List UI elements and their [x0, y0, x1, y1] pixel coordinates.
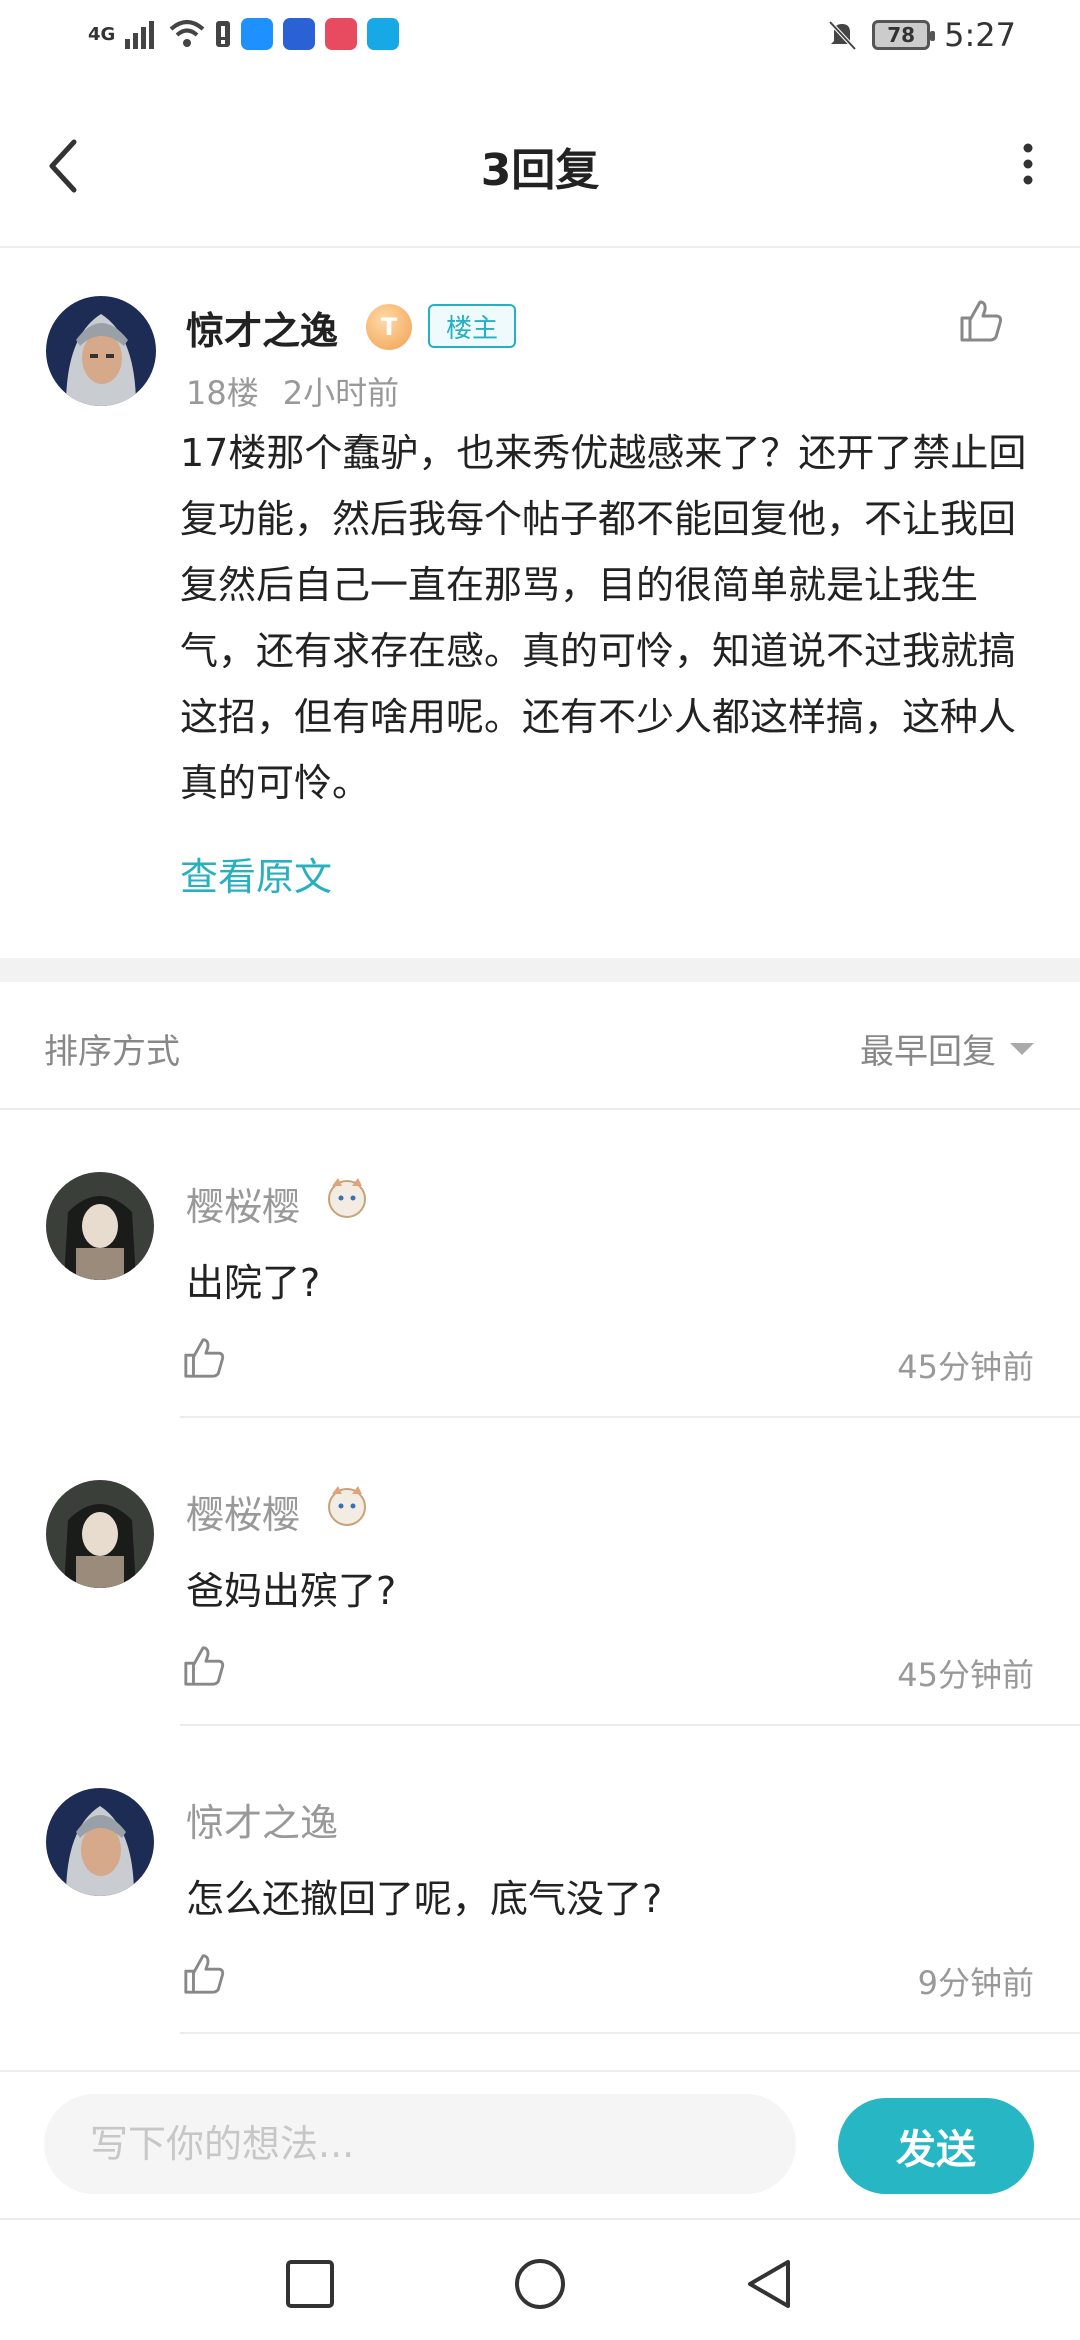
search-app-icon [367, 18, 400, 50]
send-button[interactable]: 发送 [838, 2098, 1034, 2194]
post-floor: 18楼 [186, 374, 259, 412]
view-original-link[interactable]: 查看原文 [180, 846, 332, 901]
top-nav: 3回复 [0, 80, 1080, 248]
reply-time: 45分钟前 [897, 1348, 1034, 1386]
post-author-avatar[interactable] [46, 296, 156, 406]
sort-label: 排序方式 [44, 1032, 180, 1072]
chevron-down-icon [1010, 1042, 1034, 1055]
reply-text: 出院了? [186, 1261, 321, 1305]
sort-selected-value: 最早回复 [860, 1032, 996, 1072]
more-options-icon[interactable] [1016, 140, 1040, 188]
system-nav-bar [0, 2218, 1080, 2340]
mute-bell-icon [828, 20, 857, 51]
reply-text: 怎么还撤回了呢，底气没了? [186, 1877, 663, 1921]
user-level-badge: T [366, 304, 412, 350]
bulb-app-icon [283, 18, 316, 50]
signal-icon [125, 21, 155, 49]
divider [180, 2032, 1080, 2034]
back-triangle-icon[interactable] [742, 2256, 798, 2312]
book-app-icon [325, 18, 358, 50]
comment-input[interactable] [44, 2094, 796, 2194]
sort-dropdown[interactable]: 最早回复 [860, 1024, 1034, 1073]
divider [180, 1416, 1080, 1418]
home-icon[interactable] [512, 2256, 568, 2312]
divider [180, 1724, 1080, 1726]
reply-author-name[interactable]: 樱桜樱 [186, 1484, 300, 1539]
wifi-icon [169, 20, 205, 47]
post-author-name[interactable]: 惊才之逸 [186, 300, 338, 355]
reply-time: 9分钟前 [917, 1964, 1034, 2002]
recent-apps-icon[interactable] [282, 2256, 338, 2312]
post-like-icon[interactable] [958, 298, 1004, 344]
reply-author-name[interactable]: 樱桜樱 [186, 1176, 300, 1231]
section-divider [0, 958, 1080, 982]
post-time: 2小时前 [282, 374, 400, 412]
status-right: 78 5:27 [826, 16, 1016, 54]
reply-text: 爸妈出殡了? [186, 1569, 397, 1613]
notification-app-icon [241, 18, 274, 50]
reply-like-icon[interactable] [182, 1644, 226, 1688]
divider [0, 1108, 1080, 1110]
cat-sticker-icon [328, 1486, 366, 1526]
reply-author-name[interactable]: 惊才之逸 [186, 1792, 338, 1847]
clock: 5:27 [944, 16, 1016, 54]
status-left: 4G [88, 18, 400, 50]
post-content: 17楼那个蠢驴，也来秀优越感来了？还开了禁止回复功能，然后我每个帖子都不能回复他… [180, 431, 1027, 805]
cat-sticker-icon [328, 1178, 366, 1218]
reply-like-icon[interactable] [182, 1952, 226, 1996]
post-meta: 18楼 2小时前 [186, 368, 423, 414]
reply-avatar[interactable] [46, 1480, 154, 1588]
network-label: 4G [88, 23, 116, 45]
reply-time: 45分钟前 [897, 1656, 1034, 1694]
reply-avatar[interactable] [46, 1172, 154, 1280]
battery-indicator: 78 [872, 20, 936, 50]
alert-icon [216, 21, 231, 47]
reply-like-icon[interactable] [182, 1336, 226, 1380]
status-bar: 4G 78 5:27 [0, 0, 1080, 80]
page-title: 3回复 [480, 145, 600, 196]
reply-avatar[interactable] [46, 1788, 154, 1896]
owner-badge: 楼主 [428, 304, 516, 348]
